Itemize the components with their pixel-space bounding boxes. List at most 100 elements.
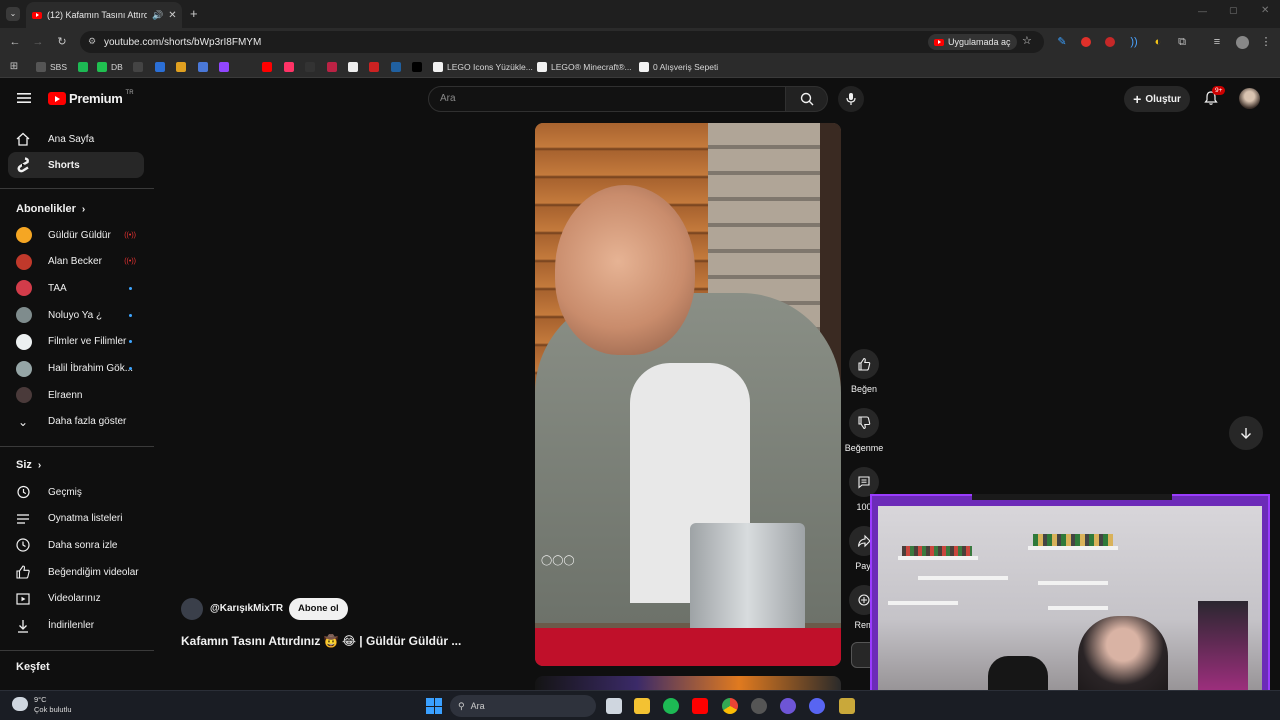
- browser-menu-icon[interactable]: ⋮: [1258, 34, 1274, 50]
- site-info-icon[interactable]: ⚙: [88, 36, 96, 47]
- bookmark-item[interactable]: SBS: [36, 60, 67, 74]
- channel-avatar[interactable]: [181, 598, 203, 620]
- next-short-button[interactable]: [1229, 416, 1263, 450]
- bookmark-item[interactable]: [391, 60, 401, 74]
- weather-icon[interactable]: [12, 697, 28, 711]
- reading-list-icon[interactable]: ≡: [1209, 34, 1225, 50]
- sidebar-subscription-item[interactable]: Halil İbrahim Gök...: [8, 356, 144, 382]
- bookmark-item[interactable]: DB: [97, 60, 123, 74]
- bookmark-star-icon[interactable]: ☆: [1022, 34, 1032, 47]
- bookmark-label: SBS: [50, 62, 68, 72]
- apps-grid-icon[interactable]: ⊞: [6, 59, 22, 75]
- tab-close-icon[interactable]: ✕: [168, 10, 176, 21]
- notification-count-badge: 9+: [1212, 86, 1226, 95]
- taskbar-search-input[interactable]: ⚲ Ara: [450, 695, 596, 717]
- bookmark-item[interactable]: [262, 60, 272, 74]
- open-in-app-button[interactable]: Uygulamada aç: [928, 34, 1017, 50]
- bookmark-item[interactable]: [155, 60, 165, 74]
- bookmark-item[interactable]: LEGO® Minecraft®...: [537, 60, 632, 74]
- bookmark-favicon-icon: [78, 62, 88, 72]
- sidebar-item-history[interactable]: Geçmiş: [8, 479, 144, 505]
- bookmark-item[interactable]: [327, 60, 337, 74]
- maximize-button[interactable]: ▢: [1229, 5, 1238, 16]
- comment-icon: [858, 476, 870, 489]
- app-icon[interactable]: [839, 698, 855, 714]
- open-in-app-label: Uygulamada aç: [948, 37, 1011, 47]
- spotify-icon[interactable]: [663, 698, 679, 714]
- sidebar-item-playlist[interactable]: Oynatma listeleri: [8, 506, 144, 532]
- tab-list-icon[interactable]: ⌄: [6, 7, 20, 21]
- subscribe-button[interactable]: Abone ol: [289, 598, 348, 620]
- bookmark-item[interactable]: 0 Alışveriş Sepeti: [639, 60, 718, 74]
- bookmark-item[interactable]: [369, 60, 379, 74]
- windows-start-icon[interactable]: [426, 698, 442, 714]
- address-bar[interactable]: ⚙ youtube.com/shorts/bWp3rI8FMYM Uygulam…: [80, 31, 1044, 53]
- chevron-down-icon: ⌄: [17, 414, 29, 429]
- search-button[interactable]: [786, 86, 828, 112]
- bookmark-item[interactable]: [305, 60, 315, 74]
- search-input[interactable]: Ara: [428, 86, 786, 112]
- close-window-button[interactable]: ✕: [1261, 5, 1269, 16]
- reload-icon[interactable]: ↻: [54, 34, 70, 50]
- extension-translate-icon[interactable]: ✎: [1054, 34, 1070, 50]
- bookmark-item[interactable]: [133, 60, 143, 74]
- shorts-video-player[interactable]: ◯◯◯: [535, 123, 841, 666]
- channel-name[interactable]: @KarışıkMixTR: [210, 603, 283, 614]
- webcam-shelf: [1028, 546, 1118, 550]
- sidebar-item-video[interactable]: Videolarınız: [8, 586, 144, 612]
- dislike-button[interactable]: Beğenme: [844, 408, 884, 453]
- bookmark-item[interactable]: [198, 60, 208, 74]
- bookmark-item[interactable]: [219, 60, 229, 74]
- extension-red-icon[interactable]: [1078, 34, 1094, 50]
- sidebar-subscription-item[interactable]: Filmler ve Filimler: [8, 329, 144, 355]
- bookmark-item[interactable]: [176, 60, 186, 74]
- extension-moon-icon[interactable]: ◐: [1150, 34, 1166, 50]
- minimize-button[interactable]: —: [1198, 6, 1207, 16]
- task-view-icon[interactable]: [606, 698, 622, 714]
- sidebar-item-like[interactable]: Beğendiğim videolar: [8, 559, 144, 585]
- extension-badge-icon[interactable]: [1102, 34, 1118, 50]
- next-video-preview[interactable]: [535, 676, 841, 690]
- app-icon[interactable]: [780, 698, 796, 714]
- bookmark-item[interactable]: [348, 60, 358, 74]
- sidebar-subscription-item[interactable]: Noluyo Ya ¿: [8, 302, 144, 328]
- account-avatar[interactable]: [1239, 88, 1260, 109]
- extension-audio-icon[interactable]: )): [1126, 34, 1142, 50]
- app-icon[interactable]: [751, 698, 767, 714]
- browser-tab-bar: ⌄ (12) Kafamın Tasını Attırdınız 🔊 ✕ + —…: [0, 0, 1280, 28]
- file-explorer-icon[interactable]: [634, 698, 650, 714]
- profile-avatar-icon[interactable]: [1234, 34, 1250, 50]
- sidebar-subscription-item[interactable]: TAA: [8, 275, 144, 301]
- show-more-button[interactable]: ⌄ Daha fazla göster: [8, 409, 144, 435]
- forward-icon[interactable]: →: [30, 34, 46, 50]
- back-icon[interactable]: ←: [7, 34, 23, 50]
- subscriptions-header[interactable]: Abonelikler ›: [16, 203, 85, 215]
- sidebar-subscription-item[interactable]: Alan Becker ((•)): [8, 249, 144, 275]
- bookmark-item[interactable]: LEGO Icons Yüzükle...: [433, 60, 533, 74]
- notifications-button[interactable]: 9+: [1203, 86, 1226, 108]
- bookmark-item[interactable]: [78, 60, 88, 74]
- bookmark-favicon-icon: [36, 62, 46, 72]
- channel-avatar: [16, 333, 32, 350]
- create-button[interactable]: + Oluştur: [1124, 86, 1190, 112]
- sidebar-item-download[interactable]: İndirilenler: [8, 613, 144, 639]
- sidebar-item-shorts[interactable]: Shorts: [8, 152, 144, 178]
- new-tab-button[interactable]: +: [190, 6, 198, 21]
- bookmark-favicon-icon: [433, 62, 443, 72]
- sidebar-item-clock[interactable]: Daha sonra izle: [8, 532, 144, 558]
- chrome-icon[interactable]: [722, 698, 738, 714]
- bookmark-item[interactable]: [412, 60, 422, 74]
- voice-search-button[interactable]: [838, 86, 864, 112]
- bookmark-item[interactable]: [284, 60, 294, 74]
- youtube-app-icon[interactable]: [692, 698, 708, 714]
- you-header[interactable]: Siz ›: [16, 459, 41, 471]
- sidebar-subscription-item[interactable]: Elraenn: [8, 382, 144, 408]
- browser-tab[interactable]: (12) Kafamın Tasını Attırdınız 🔊 ✕: [26, 2, 182, 28]
- extensions-puzzle-icon[interactable]: ⧉: [1174, 34, 1190, 50]
- sidebar-item-home[interactable]: Ana Sayfa: [8, 126, 144, 152]
- like-button[interactable]: Beğen: [844, 349, 884, 394]
- bookmark-favicon-icon: [348, 62, 358, 72]
- discord-icon[interactable]: [809, 698, 825, 714]
- speaker-icon[interactable]: 🔊: [152, 10, 163, 21]
- sidebar-subscription-item[interactable]: Güldür Güldür ((•)): [8, 222, 144, 248]
